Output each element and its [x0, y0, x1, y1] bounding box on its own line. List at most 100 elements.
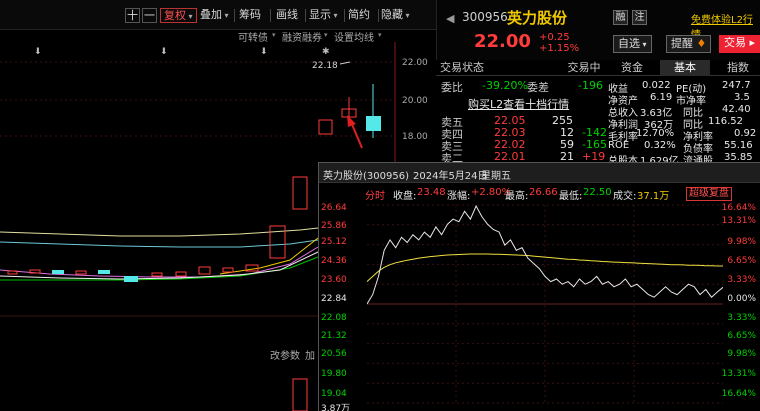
- y-tick-left: 24.36: [321, 256, 347, 266]
- diejia-dropdown[interactable]: 叠加 ▾: [200, 8, 229, 23]
- fund-value: 116.52: [708, 116, 743, 127]
- trading-status-value: 交易中: [567, 61, 601, 74]
- y-tick-left: 22.84: [321, 294, 347, 304]
- jia-button[interactable]: 加: [305, 347, 315, 362]
- fuquan-dropdown[interactable]: 复权 ▾: [160, 8, 197, 23]
- chouma-button[interactable]: 筹码: [239, 8, 261, 23]
- bell-icon: ♦: [693, 37, 707, 50]
- rong-badge[interactable]: 融: [613, 10, 628, 25]
- yincang-label: 隐藏: [381, 8, 403, 21]
- y-tick-right: 3.33%: [727, 313, 756, 323]
- candle: [29, 269, 41, 274]
- chart-toolbar: 十 一 复权 ▾ 叠加 ▾ 筹码 画线 显示 ▾ 简约 隐藏 ▾: [0, 0, 436, 30]
- triangle-icon: ▾: [272, 31, 276, 39]
- weicha-value: -196: [578, 79, 603, 92]
- zuidi-value: 22.50: [583, 187, 612, 198]
- popup-title-bar[interactable]: 英力股份(300956) 2024年5月24日 星期五: [319, 163, 760, 183]
- shoupan-value: 23.48: [417, 187, 446, 198]
- arrow-down-icon: ⬇: [260, 47, 268, 57]
- zuidi-label: 最低:: [559, 191, 583, 202]
- fund-value: 0.32%: [644, 140, 676, 151]
- zhu-badge[interactable]: 注: [632, 10, 647, 25]
- yincang-dropdown[interactable]: 隐藏 ▾: [381, 8, 410, 23]
- avg-price-line: [367, 253, 723, 282]
- candle: [124, 276, 138, 282]
- y-tick-right: 9.98%: [727, 237, 756, 247]
- tab-zhishu[interactable]: 指数: [716, 60, 760, 76]
- chevron-down-icon: ▾: [186, 12, 193, 21]
- popup-stock-name: 英力股份(300956): [323, 171, 409, 182]
- jianyue-button[interactable]: 简约: [348, 8, 370, 23]
- trade-button[interactable]: 交易 ▸: [719, 35, 760, 53]
- candle: [52, 270, 64, 274]
- info-tabs: 交易状态 交易中 资金 基本 指数: [436, 60, 760, 76]
- trade-status-label: 交易状态: [440, 61, 484, 74]
- candle: [7, 270, 18, 275]
- fund-label: ROE: [608, 140, 630, 151]
- huaxian-button[interactable]: 画线: [276, 8, 298, 23]
- price-change: +0.25: [539, 32, 570, 43]
- y-tick-right: 16.64%: [721, 203, 756, 213]
- current-price: 22.00: [474, 31, 531, 52]
- zixuan-dropdown[interactable]: 自选 ▾: [613, 35, 652, 53]
- chart-options-row: 可转债 ▾ 融资融券 ▾ 设置均线 ▾: [0, 30, 436, 44]
- candle: [292, 176, 308, 210]
- chengjiao-value: 37.1万: [637, 191, 670, 202]
- divider: [270, 9, 271, 22]
- chevron-down-icon: ▾: [222, 11, 229, 20]
- fund-value: 6.19: [650, 92, 673, 103]
- y-tick-left: 19.04: [321, 389, 347, 399]
- grid-layer: [367, 204, 723, 404]
- buy-l2-link[interactable]: 购买L2查看十档行情: [468, 96, 569, 112]
- divider: [234, 9, 235, 22]
- stock-name: 英力股份: [507, 9, 568, 27]
- candle: [222, 267, 234, 273]
- fenshi-label: 分时: [365, 191, 385, 202]
- zoom-in-button[interactable]: 十: [125, 8, 140, 23]
- fund-value: 0.92: [734, 128, 757, 139]
- y-tick-right: 3.33%: [727, 275, 756, 285]
- y-tick-left: 26.64: [321, 203, 347, 213]
- candle: [318, 119, 333, 135]
- price-tick: 20.00: [402, 96, 428, 106]
- y-tick-left: 21.32: [321, 331, 347, 341]
- popup-weekday: 星期五: [481, 171, 511, 182]
- xianshi-dropdown[interactable]: 显示 ▾: [309, 8, 338, 23]
- y-tick-left: 19.80: [321, 369, 347, 379]
- y-tick-right: 6.65%: [727, 256, 756, 266]
- intraday-popup[interactable]: 英力股份(300956) 2024年5月24日 星期五 分时 收盘: 23.48…: [318, 162, 760, 411]
- divider: [305, 9, 306, 22]
- tixing-button[interactable]: 提醒 ♦: [666, 35, 712, 53]
- chaoji-fupan-button[interactable]: 超级复盘: [686, 187, 732, 201]
- y-tick-left: 20.56: [321, 349, 347, 359]
- fund-value: 3.5: [734, 92, 750, 103]
- gaicanshu-button[interactable]: 改参数: [270, 347, 300, 362]
- chevron-down-icon: ▾: [403, 11, 410, 20]
- tab-zijin[interactable]: 资金: [610, 60, 654, 76]
- popup-info-bar: 分时 收盘: 23.48 涨幅: +2.80% 最高: 26.66 最低: 22…: [319, 183, 760, 202]
- chevron-left-icon[interactable]: ◀: [446, 12, 454, 25]
- annotation-arrow: [350, 121, 363, 149]
- arrow-down-icon: ⬇: [160, 47, 168, 57]
- xianshi-label: 显示: [309, 8, 331, 21]
- triangle-icon: ▾: [378, 31, 382, 39]
- candle: [198, 266, 211, 275]
- arrow-down-icon: ⬇: [34, 47, 42, 57]
- shoupan-label: 收盘:: [393, 191, 417, 202]
- tab-jiben[interactable]: 基本: [660, 60, 710, 76]
- high-price-label: 22.18: [312, 61, 338, 71]
- divider: [378, 9, 379, 22]
- intraday-chart[interactable]: [367, 201, 723, 411]
- volume-bar: [292, 378, 308, 411]
- fund-value: 42.40: [722, 104, 751, 115]
- y-tick-right: 6.65%: [727, 331, 756, 341]
- fuquan-label: 复权: [164, 9, 186, 22]
- candle: [98, 270, 110, 274]
- tixing-label: 提醒: [671, 37, 693, 50]
- chevron-down-icon: ▾: [331, 11, 338, 20]
- fund-value: 247.7: [722, 80, 751, 91]
- stock-code: 300956: [462, 10, 508, 24]
- y-tick-right: 13.31%: [721, 369, 756, 379]
- candle: [175, 271, 187, 277]
- zoom-out-button[interactable]: 一: [142, 8, 157, 23]
